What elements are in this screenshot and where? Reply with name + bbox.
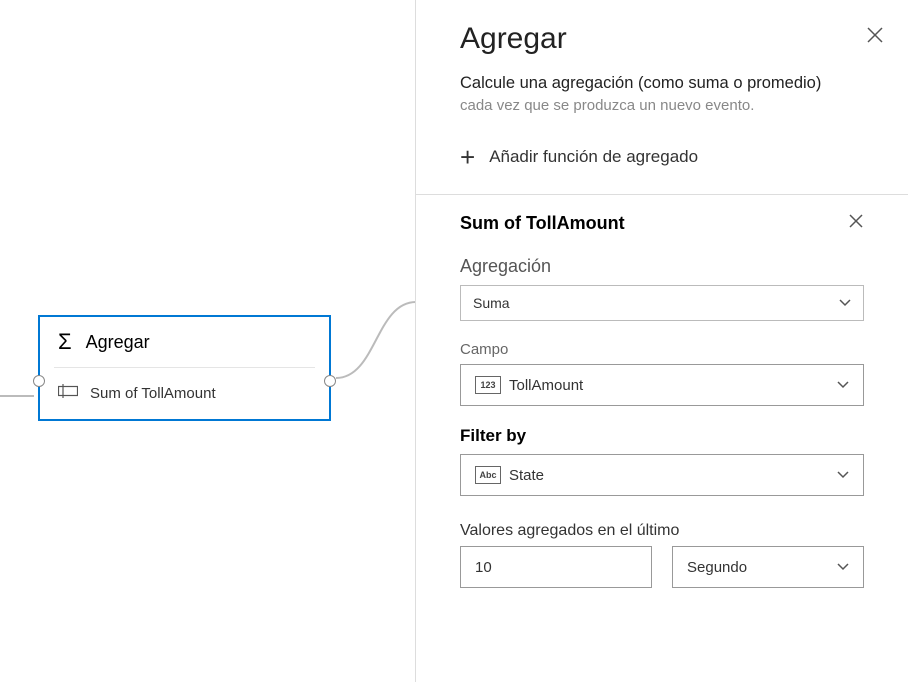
config-panel: Agregar Calcule una agregación (como sum… [415, 0, 908, 682]
field-select[interactable]: 123 TollAmount [460, 364, 864, 406]
chevron-down-icon [837, 466, 849, 484]
window-value-input[interactable] [460, 546, 652, 588]
panel-header: Agregar Calcule una agregación (como sum… [416, 0, 908, 122]
node-title: Agregar [86, 332, 150, 353]
add-aggregate-label: Añadir función de agregado [489, 147, 698, 167]
filter-value: State [509, 467, 544, 484]
field-value-wrap: 123 TollAmount [475, 376, 583, 394]
close-icon [866, 26, 884, 44]
aggregation-select[interactable]: Suma [460, 285, 864, 321]
node-subtitle: Sum of TollAmount [90, 385, 216, 402]
filter-by-select[interactable]: Abc State [460, 454, 864, 496]
chevron-down-icon [837, 558, 849, 576]
add-aggregate-button[interactable]: + Añadir función de agregado [416, 122, 908, 194]
number-type-icon: 123 [475, 376, 501, 394]
section-header: Sum of TollAmount [460, 213, 864, 234]
rename-icon [58, 384, 78, 403]
panel-close-button[interactable] [866, 26, 884, 49]
chevron-down-icon [839, 294, 851, 312]
node-input-port[interactable] [33, 375, 45, 387]
node-output-port[interactable] [324, 375, 336, 387]
node-header: Σ Agregar [40, 317, 329, 367]
panel-title: Agregar [460, 22, 864, 56]
close-icon [848, 213, 864, 229]
node-body: Sum of TollAmount [40, 368, 329, 419]
section-close-button[interactable] [848, 213, 864, 234]
window-unit-value: Segundo [687, 559, 747, 576]
section-title: Sum of TollAmount [460, 213, 625, 234]
sigma-icon: Σ [58, 331, 72, 353]
panel-description-main: Calcule una agregación (como suma o prom… [460, 74, 864, 93]
canvas-area: Σ Agregar Sum of TollAmount [0, 0, 415, 682]
aggregation-label: Agregación [460, 256, 864, 277]
window-unit-select[interactable]: Segundo [672, 546, 864, 588]
chevron-down-icon [837, 376, 849, 394]
aggregation-value: Suma [473, 295, 510, 311]
string-type-icon: Abc [475, 466, 501, 484]
plus-icon: + [460, 144, 475, 170]
aggregate-node[interactable]: Σ Agregar Sum of TollAmount [38, 315, 331, 421]
window-label: Valores agregados en el último [460, 522, 864, 540]
connector-wire-right [336, 300, 416, 380]
field-label: Campo [460, 341, 864, 358]
filter-value-wrap: Abc State [475, 466, 544, 484]
filter-by-label: Filter by [460, 426, 864, 446]
panel-description-sub: cada vez que se produzca un nuevo evento… [460, 97, 864, 114]
aggregate-section: Sum of TollAmount Agregación Suma Campo … [416, 195, 908, 588]
connector-wire-left [0, 395, 34, 397]
field-value: TollAmount [509, 377, 583, 394]
window-row: Segundo [460, 546, 864, 588]
